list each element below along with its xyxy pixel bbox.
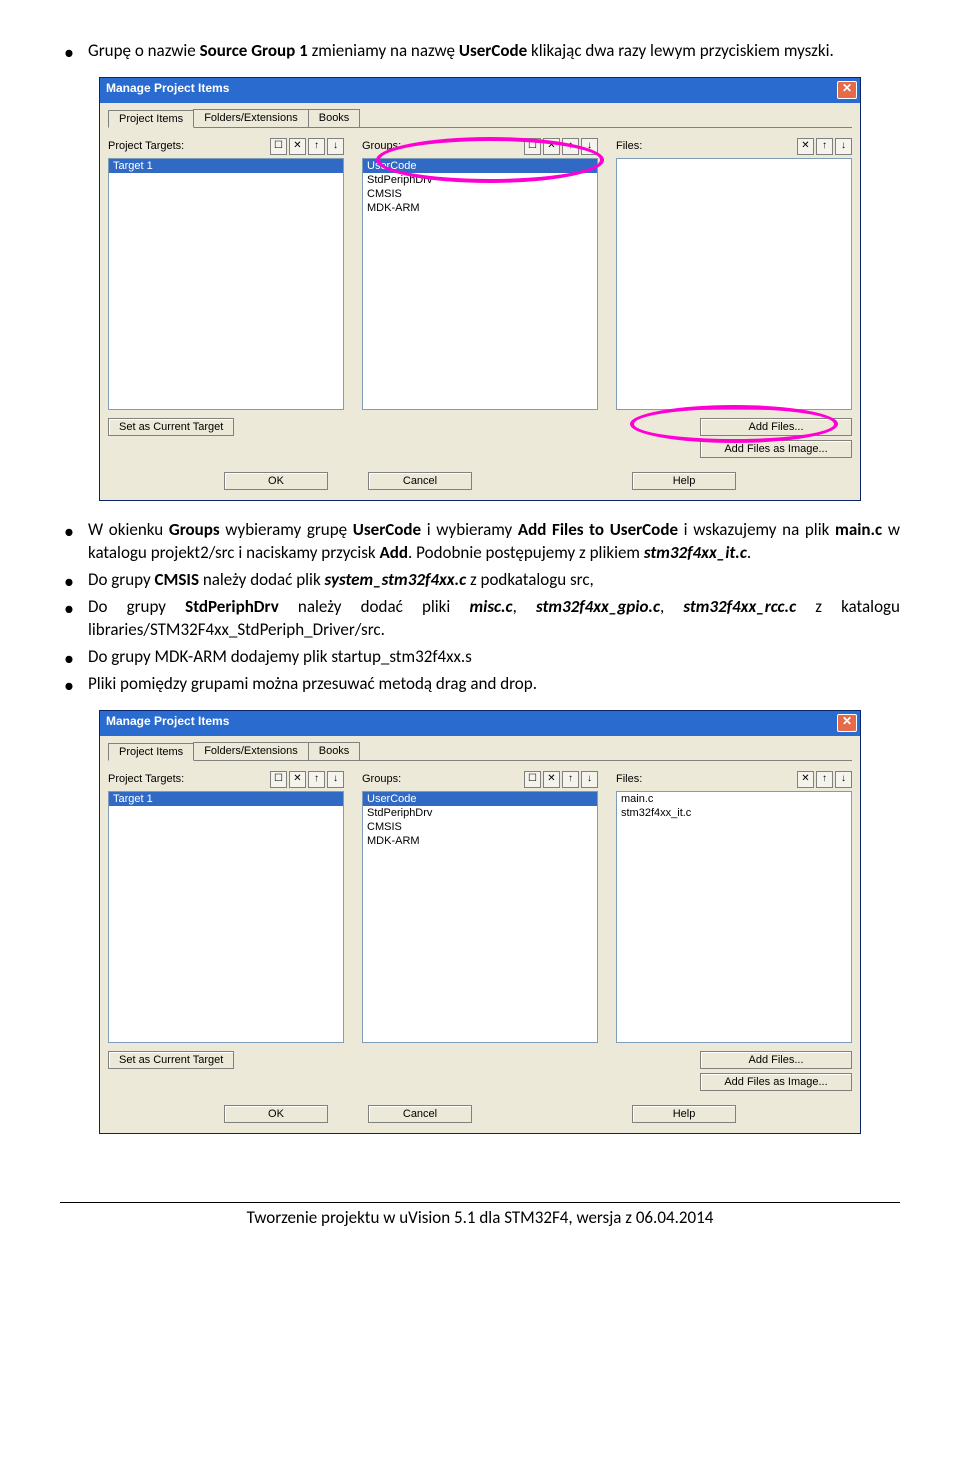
tab-row: Project Items Folders/Extensions Books xyxy=(108,109,852,128)
list-item[interactable]: main.c xyxy=(617,792,851,806)
tab-folders[interactable]: Folders/Extensions xyxy=(193,742,309,760)
files-listbox[interactable] xyxy=(616,158,852,410)
down-icon[interactable]: ↓ xyxy=(835,138,852,155)
ok-button[interactable]: OK xyxy=(224,472,328,490)
set-current-target-button[interactable]: Set as Current Target xyxy=(108,1051,234,1069)
manage-project-items-dialog-2: Manage Project Items ✕ Project Items Fol… xyxy=(99,710,861,1134)
new-icon[interactable]: ☐ xyxy=(270,138,287,155)
files-listbox[interactable]: main.c stm32f4xx_it.c xyxy=(616,791,852,1043)
list-item[interactable]: UserCode xyxy=(363,159,597,173)
help-button[interactable]: Help xyxy=(632,1105,736,1123)
column-groups: Groups: ☐ ✕ ↑ ↓ UserCode StdPeriphDrv CM… xyxy=(362,771,598,1091)
down-icon[interactable]: ↓ xyxy=(581,771,598,788)
list-item: W okienku Groups wybieramy grupę UserCod… xyxy=(60,519,900,565)
delete-icon[interactable]: ✕ xyxy=(289,138,306,155)
groups-listbox[interactable]: UserCode StdPeriphDrv CMSIS MDK-ARM xyxy=(362,158,598,410)
list-item: Pliki pomiędzy grupami można przesuwać m… xyxy=(60,673,900,696)
list-item: Grupę o nazwie Source Group 1 zmieniamy … xyxy=(60,40,900,63)
bullet-list-top: Grupę o nazwie Source Group 1 zmieniamy … xyxy=(60,40,900,63)
list-item[interactable]: StdPeriphDrv xyxy=(363,173,597,187)
bullet-list-mid: W okienku Groups wybieramy grupę UserCod… xyxy=(60,519,900,696)
up-icon[interactable]: ↑ xyxy=(308,138,325,155)
down-icon[interactable]: ↓ xyxy=(835,771,852,788)
dialog-titlebar[interactable]: Manage Project Items ✕ xyxy=(100,78,860,103)
dialog-titlebar[interactable]: Manage Project Items ✕ xyxy=(100,711,860,736)
set-current-target-button[interactable]: Set as Current Target xyxy=(108,418,234,436)
label-groups: Groups: xyxy=(362,773,401,785)
column-targets: Project Targets: ☐ ✕ ↑ ↓ Target 1 Set as… xyxy=(108,771,344,1091)
list-item: Do grupy CMSIS należy dodać plik system_… xyxy=(60,569,900,592)
list-item[interactable]: MDK-ARM xyxy=(363,201,597,215)
list-item[interactable]: stm32f4xx_it.c xyxy=(617,806,851,820)
targets-listbox[interactable]: Target 1 xyxy=(108,791,344,1043)
tab-project-items[interactable]: Project Items xyxy=(108,110,194,128)
delete-icon[interactable]: ✕ xyxy=(797,138,814,155)
label-groups: Groups: xyxy=(362,140,401,152)
tab-row: Project Items Folders/Extensions Books xyxy=(108,742,852,761)
add-files-button[interactable]: Add Files... xyxy=(700,1051,852,1069)
list-item[interactable]: CMSIS xyxy=(363,187,597,201)
up-icon[interactable]: ↑ xyxy=(562,771,579,788)
new-icon[interactable]: ☐ xyxy=(524,771,541,788)
ok-button[interactable]: OK xyxy=(224,1105,328,1123)
down-icon[interactable]: ↓ xyxy=(327,138,344,155)
list-item: Do grupy MDK-ARM dodajemy plik startup_s… xyxy=(60,646,900,669)
list-item[interactable]: Target 1 xyxy=(109,792,343,806)
dialog-title: Manage Project Items xyxy=(106,81,229,95)
tab-books[interactable]: Books xyxy=(308,109,361,127)
down-icon[interactable]: ↓ xyxy=(327,771,344,788)
help-button[interactable]: Help xyxy=(632,472,736,490)
new-icon[interactable]: ☐ xyxy=(270,771,287,788)
add-files-button[interactable]: Add Files... xyxy=(700,418,852,436)
up-icon[interactable]: ↑ xyxy=(562,138,579,155)
label-files: Files: xyxy=(616,140,642,152)
delete-icon[interactable]: ✕ xyxy=(289,771,306,788)
delete-icon[interactable]: ✕ xyxy=(543,771,560,788)
targets-listbox[interactable]: Target 1 xyxy=(108,158,344,410)
list-item[interactable]: UserCode xyxy=(363,792,597,806)
label-files: Files: xyxy=(616,773,642,785)
tab-books[interactable]: Books xyxy=(308,742,361,760)
tab-folders[interactable]: Folders/Extensions xyxy=(193,109,309,127)
down-icon[interactable]: ↓ xyxy=(581,138,598,155)
list-item: Do grupy StdPeriphDrv należy dodać pliki… xyxy=(60,596,900,642)
groups-listbox[interactable]: UserCode StdPeriphDrv CMSIS MDK-ARM xyxy=(362,791,598,1043)
list-item[interactable]: Target 1 xyxy=(109,159,343,173)
column-files: Files: ✕ ↑ ↓ Add Files... Add Files as I… xyxy=(616,138,852,458)
close-icon[interactable]: ✕ xyxy=(837,714,857,732)
label-targets: Project Targets: xyxy=(108,140,184,152)
page-footer: Tworzenie projektu w uVision 5.1 dla STM… xyxy=(0,1207,960,1246)
tab-project-items[interactable]: Project Items xyxy=(108,743,194,761)
close-icon[interactable]: ✕ xyxy=(837,81,857,99)
manage-project-items-dialog-1: Manage Project Items ✕ Project Items Fol… xyxy=(99,77,861,501)
label-targets: Project Targets: xyxy=(108,773,184,785)
add-files-image-button[interactable]: Add Files as Image... xyxy=(700,440,852,458)
up-icon[interactable]: ↑ xyxy=(308,771,325,788)
column-targets: Project Targets: ☐ ✕ ↑ ↓ Target 1 Set as… xyxy=(108,138,344,458)
dialog-title: Manage Project Items xyxy=(106,714,229,728)
delete-icon[interactable]: ✕ xyxy=(543,138,560,155)
column-files: Files: ✕ ↑ ↓ main.c stm32f4xx_it.c Add F… xyxy=(616,771,852,1091)
new-icon[interactable]: ☐ xyxy=(524,138,541,155)
cancel-button[interactable]: Cancel xyxy=(368,472,472,490)
list-item[interactable]: CMSIS xyxy=(363,820,597,834)
up-icon[interactable]: ↑ xyxy=(816,771,833,788)
up-icon[interactable]: ↑ xyxy=(816,138,833,155)
column-groups: Groups: ☐ ✕ ↑ ↓ UserCode StdPeriphDrv CM… xyxy=(362,138,598,458)
list-item[interactable]: MDK-ARM xyxy=(363,834,597,848)
list-item[interactable]: StdPeriphDrv xyxy=(363,806,597,820)
cancel-button[interactable]: Cancel xyxy=(368,1105,472,1123)
delete-icon[interactable]: ✕ xyxy=(797,771,814,788)
add-files-image-button[interactable]: Add Files as Image... xyxy=(700,1073,852,1091)
